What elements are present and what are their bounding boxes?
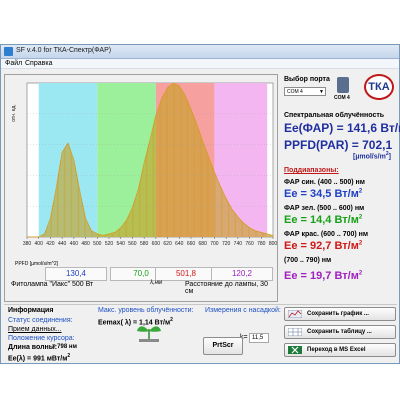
cursor-label: Положение курсора: [8,335,75,342]
prtscr-button[interactable]: PrtScr [203,337,243,355]
status-link[interactable]: Прием данных... [8,326,62,333]
band-red-label: ФАР крас. (600 .. 700) нм [284,231,369,238]
wavelength-value: = 798 нм [52,344,77,350]
band-blue-label: ФАР син. (400 .. 500) нм [284,179,365,186]
x-tick-label: 600 [152,241,161,247]
ppfd-par-unit: [µmol/s/m2] [353,151,391,161]
tka-logo: ТКА [364,74,394,100]
table-icon [288,328,302,336]
menu-bar: Файл Справка [1,59,399,69]
x-tick-label: 420 [46,241,55,247]
chart-icon [288,310,302,318]
port-select-value: COM 4 [287,89,303,95]
x-tick-label: 440 [58,241,67,247]
band-blue-value: Ee = 34,5 Вт/м2 [284,188,363,200]
excel-button[interactable]: Переход в MS Excel [284,343,396,357]
plant-icon [137,326,161,342]
ee-fap-value: Ee(ФАР) = 141,6 Вт/м2 [284,121,400,135]
excel-icon [288,346,302,354]
info-title: Информация [8,307,54,314]
results-panel: Выбор порта COM 4 ▼ COM 4 ТКА Спектральн… [281,74,400,304]
device-port-label: COM 4 [334,95,350,101]
band-green-value: Ee = 14,4 Вт/м2 [284,214,363,226]
k-coefficient-input[interactable]: 11,5 [249,333,269,343]
status-label: Статус соединения: [8,317,73,324]
x-tick-label: 460 [70,241,79,247]
spectral-irradiance-title: Спектральная облучённость [284,112,385,119]
ppfd-farred-value: 120,2 [211,267,273,281]
band-farred-label: (700 .. 790) нм [284,257,332,264]
wavelength-label: Длина волны: [8,344,58,351]
save-graph-label: Сохранить график ... [307,311,369,317]
port-label: Выбор порта [284,76,330,83]
x-tick-label: 760 [245,241,254,247]
band-green-label: ФАР зел. (500 .. 600) нм [284,205,365,212]
band-red-value: Ee = 92,7 Вт/м2 [284,240,363,252]
port-select[interactable]: COM 4 ▼ [284,87,326,96]
x-tick-label: 380 [23,241,32,247]
save-table-label: Сохранить таблицу ... [307,329,372,335]
ppfd-blue-value: 130,4 [45,267,107,281]
device-icon [337,77,349,93]
ee-lambda-value: Ee(λ) = 991 мВт/м2 [8,353,71,363]
band-background-1 [97,83,156,237]
menu-help[interactable]: Справка [25,60,52,67]
info-panel: Информация Статус соединения: Прием данн… [4,304,397,362]
subranges-title: Поддиапазоны: [284,167,339,174]
title-bar: SF v.4.0 for ТКА-Спектр(ФАР) [1,45,399,59]
distance-caption: Расстояние до лампы, 30 см [185,281,268,295]
ppfd-red-value: 501,8 [155,267,217,281]
save-table-button[interactable]: Сохранить таблицу ... [284,325,396,339]
x-tick-label: 520 [105,241,114,247]
x-tick-label: 720 [222,241,231,247]
chevron-down-icon: ▼ [319,89,324,95]
x-tick-label: 560 [128,241,137,247]
app-window: SF v.4.0 for ТКА-Спектр(ФАР) Файл Справк… [0,44,400,364]
x-tick-label: 740 [234,241,243,247]
nozzle-measure-label: Измерения с насадкой: [205,307,281,314]
window-title: SF v.4.0 for ТКА-Спектр(ФАР) [16,47,112,54]
x-tick-label: 480 [81,241,90,247]
x-tick-label: 640 [175,241,184,247]
x-tick-label: 660 [187,241,196,247]
x-tick-label: 800 [269,241,278,247]
max-level-label: Макс. уровень облучённости: [98,307,194,314]
spectrum-plot-panel: 380 400 420 440 460 480 500 520 540 560 580 600 620 6… [4,74,278,302]
x-tick-label: 540 [117,241,126,247]
prtscr-button-label: PrtScr [212,342,234,349]
x-tick-label: 680 [199,241,208,247]
x-tick-label: 500 [93,241,102,247]
x-tick-label: 780 [257,241,266,247]
x-tick-label: 580 [140,241,149,247]
menu-file[interactable]: Файл [5,60,22,67]
x-axis-label: λ,нм [150,280,163,286]
app-icon [4,47,13,56]
x-tick-label: 620 [163,241,172,247]
x-tick-label: 700 [210,241,219,247]
excel-label: Переход в MS Excel [307,347,366,353]
ppfd-par-value: PPFD(PAR) = 702,1 [284,138,393,152]
y-axis-label: отн. ед. [11,104,17,121]
save-graph-button[interactable]: Сохранить график ... [284,307,396,321]
x-tick-label: 400 [35,241,44,247]
band-farred-value: Ee = 19,7 Вт/м2 [284,270,363,282]
lamp-caption: Фитолампа "Иакс" 500 Вт [11,281,94,288]
